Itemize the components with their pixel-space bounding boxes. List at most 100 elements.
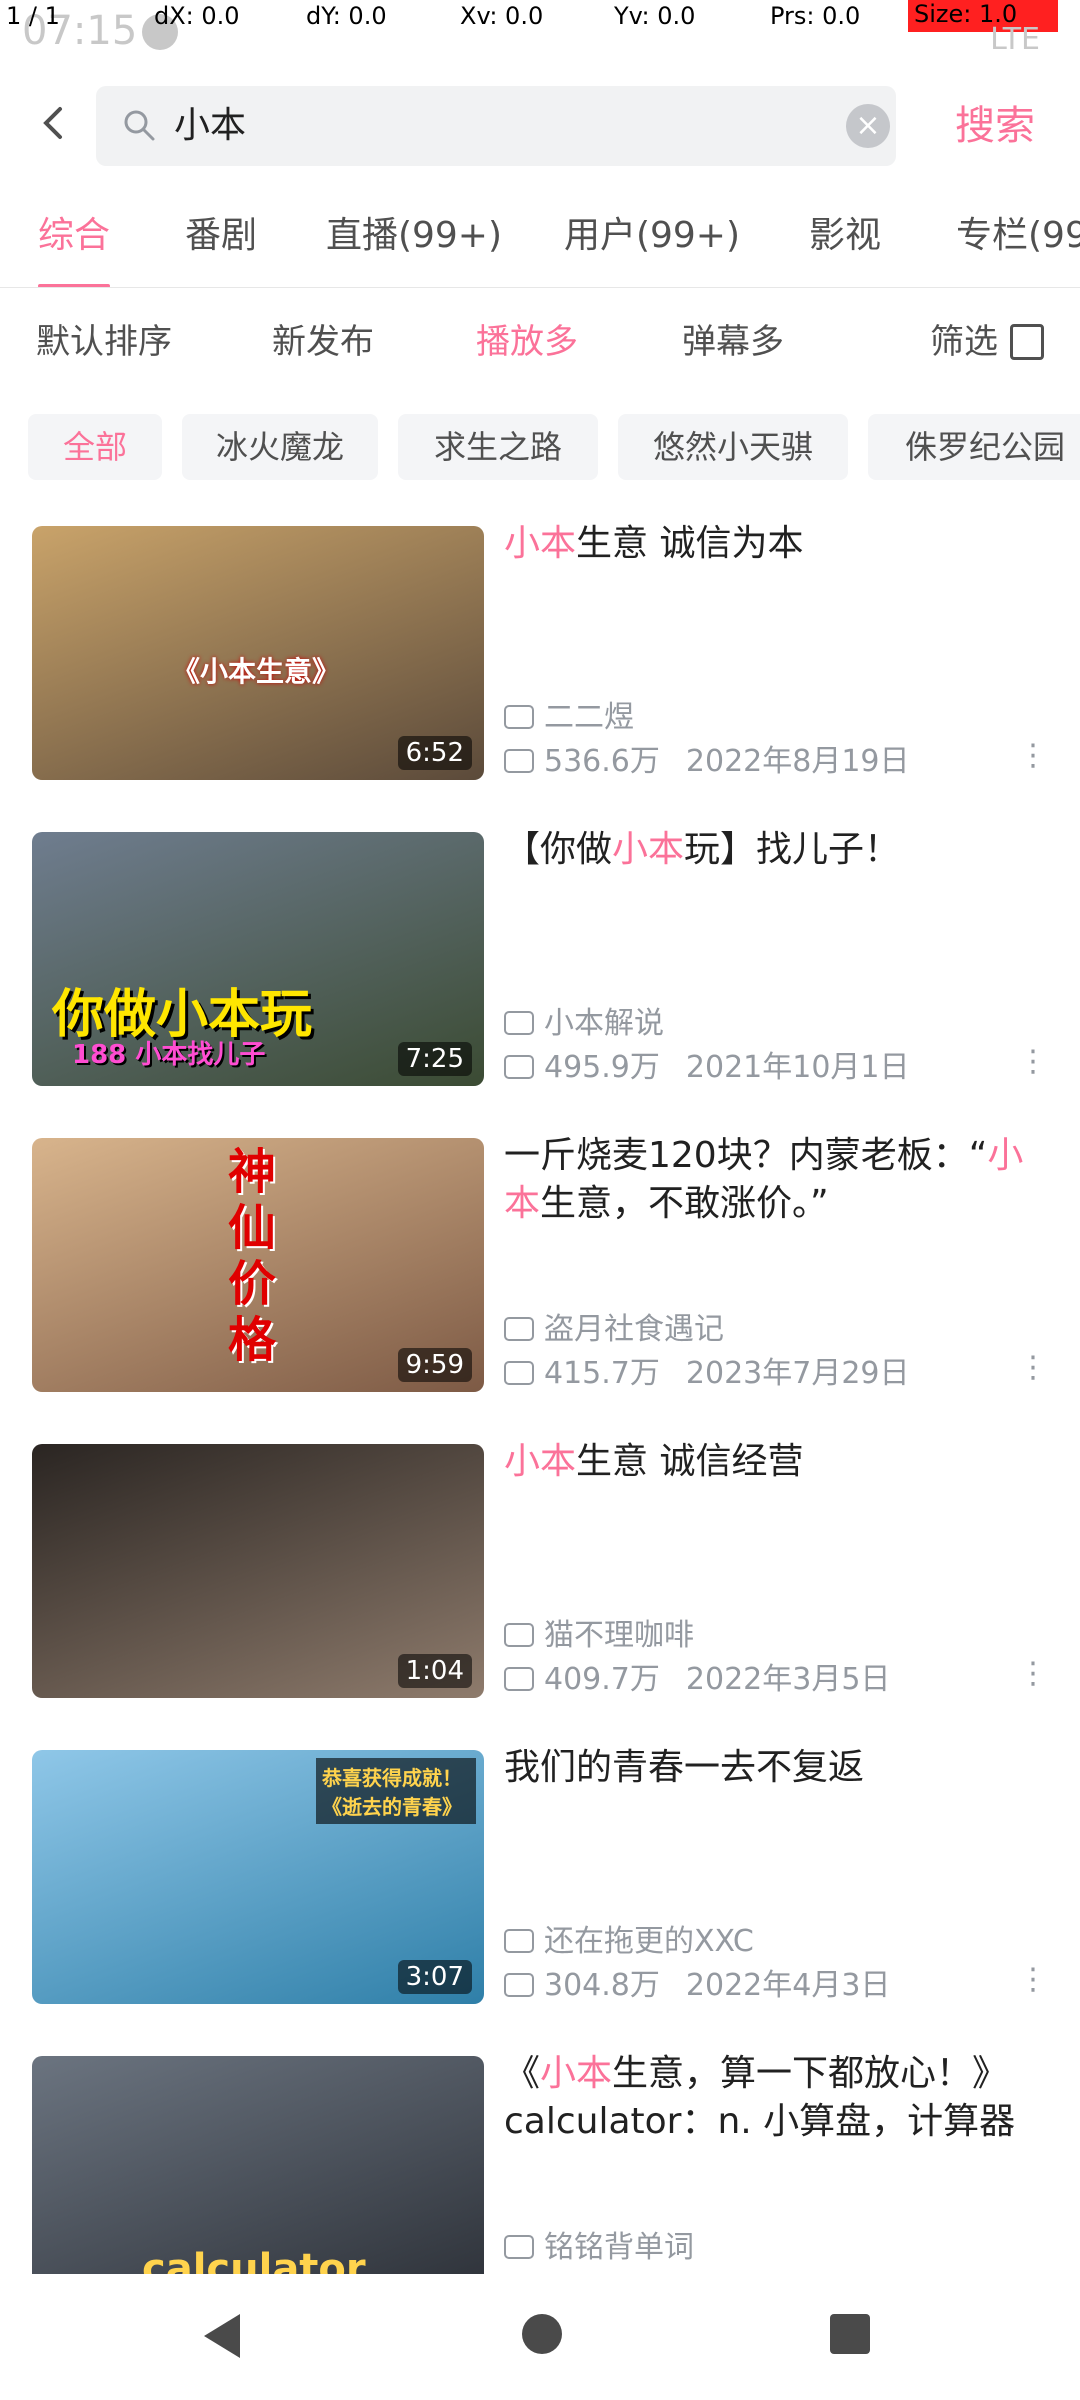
video-uploader[interactable]: 盗月社食遇记 — [504, 1310, 724, 1350]
play-count-icon — [504, 1666, 534, 1691]
sort-most-danmaku[interactable]: 弹幕多 — [682, 318, 784, 366]
more-options-icon[interactable]: ⋮ — [1018, 1353, 1048, 1388]
video-duration: 6:52 — [397, 736, 472, 770]
video-thumbnail[interactable]: 恭喜获得成就！《逝去的青春》 3:07 — [32, 1750, 484, 2004]
tab-comprehensive[interactable]: 综合 — [0, 184, 148, 287]
title-keyword-highlight: 小本 — [504, 1441, 577, 1482]
video-uploader[interactable]: 猫不理咖啡 — [504, 1616, 694, 1656]
view-count: 409.7万 — [544, 1662, 660, 1697]
status-bar: 07:15 1 / 1 dX: 0.0 dY: 0.0 Xv: 0.0 Yv: … — [0, 0, 1080, 62]
title-text: 生意 诚信为本 — [576, 523, 804, 564]
video-thumbnail[interactable]: 《小本生意》 6:52 — [32, 526, 484, 780]
chip-category[interactable]: 冰火魔龙 — [182, 414, 378, 480]
more-options-icon[interactable]: ⋮ — [1018, 1965, 1048, 2000]
uploader-name: 猫不理咖啡 — [544, 1618, 694, 1653]
debug-pointer: 1 / 1 — [6, 2, 60, 30]
video-thumbnail[interactable]: calculator — [32, 2056, 484, 2274]
view-count: 495.9万 — [544, 1050, 660, 1085]
video-uploader[interactable]: 小本解说 — [504, 1004, 664, 1044]
title-text: 生意 诚信经营 — [576, 1441, 804, 1482]
thumbnail-caption: 神仙价格 — [228, 1144, 277, 1368]
chip-all[interactable]: 全部 — [28, 414, 162, 480]
result-type-tabs: 综合 番剧 直播(99+) 用户(99+) 影视 专栏(99 — [0, 184, 1080, 288]
thumbnail-caption: calculator — [142, 2246, 366, 2274]
more-options-icon[interactable]: ⋮ — [1018, 741, 1048, 776]
tab-active-indicator — [38, 284, 110, 287]
video-card[interactable]: calculator 《小本生意，算一下都放心！》calculator：n. 小算… — [0, 2028, 1080, 2274]
video-title[interactable]: 小本生意 诚信经营 — [504, 1438, 1044, 1486]
up-icon — [504, 1010, 534, 1035]
video-thumbnail[interactable]: 你做小本玩 188 小本找儿子 7:25 — [32, 832, 484, 1086]
video-uploader[interactable]: 铭铭背单词 — [504, 2228, 694, 2268]
play-count-icon — [504, 1360, 534, 1385]
more-options-icon[interactable]: ⋮ — [1018, 1047, 1048, 1082]
filter-icon[interactable] — [1010, 324, 1044, 360]
video-thumbnail[interactable]: 神仙价格 9:59 — [32, 1138, 484, 1392]
chip-category[interactable]: 求生之路 — [398, 414, 598, 480]
sort-most-played[interactable]: 播放多 — [476, 318, 578, 366]
sort-newest[interactable]: 新发布 — [272, 318, 374, 366]
up-icon — [504, 1622, 534, 1647]
video-duration: 1:04 — [397, 1654, 472, 1688]
tab-bangumi[interactable]: 番剧 — [148, 184, 294, 287]
video-title[interactable]: 【你做小本玩】找儿子！ — [504, 826, 1044, 874]
tab-users[interactable]: 用户(99+) — [534, 184, 770, 287]
video-duration: 3:07 — [397, 1960, 472, 1994]
up-icon — [504, 1928, 534, 1953]
title-keyword-highlight: 小本 — [540, 2053, 613, 2094]
up-icon — [504, 2234, 534, 2259]
video-duration: 7:25 — [397, 1042, 472, 1076]
play-count-icon — [504, 1054, 534, 1079]
thumbnail-subcaption: 188 小本找儿子 — [72, 1040, 266, 1070]
tab-articles[interactable]: 专栏(99 — [920, 184, 1080, 287]
video-card[interactable]: 恭喜获得成就！《逝去的青春》 3:07 我们的青春一去不复返还在拖更的XXC 304.… — [0, 1722, 1080, 2028]
video-title[interactable]: 一斤烧麦120块？内蒙老板：“小本生意，不敢涨价。” — [504, 1132, 1044, 1228]
chip-category[interactable]: 侏罗纪公园 — [868, 414, 1080, 480]
play-count-icon — [504, 1972, 534, 1997]
search-input[interactable]: 小本 — [174, 86, 246, 166]
search-button[interactable]: 搜索 — [920, 86, 1070, 166]
sort-bar: 默认排序 新发布 播放多 弹幕多 筛选 — [0, 290, 1080, 392]
debug-prs: Prs: 0.0 — [770, 2, 861, 30]
view-count: 536.6万 — [544, 744, 660, 779]
search-box[interactable]: 小本 × — [96, 86, 896, 166]
debug-dy: dY: 0.0 — [306, 2, 387, 30]
video-uploader[interactable]: 二二煜 — [504, 698, 634, 738]
video-title[interactable]: 我们的青春一去不复返 — [504, 1744, 1044, 1792]
tab-live[interactable]: 直播(99+) — [294, 184, 534, 287]
title-keyword-highlight: 小本 — [504, 523, 577, 564]
more-options-icon[interactable]: ⋮ — [1018, 1659, 1048, 1694]
video-title[interactable]: 小本生意 诚信为本 — [504, 520, 1044, 568]
nav-recent-icon[interactable] — [830, 2314, 870, 2354]
search-header: 小本 × 搜索 — [0, 62, 1080, 184]
video-title[interactable]: 《小本生意，算一下都放心！》calculator：n. 小算盘，计算器 — [504, 2050, 1044, 2146]
video-card[interactable]: 《小本生意》 6:52 小本生意 诚信为本二二煜 536.6万 2022年8月19日 ⋮ — [0, 498, 1080, 804]
title-text: 《 — [504, 2053, 541, 2094]
title-text: 【你做 — [504, 829, 613, 870]
video-stats: 536.6万 2022年8月19日 — [504, 742, 910, 782]
thumbnail-caption: 《小本生意》 — [172, 655, 341, 688]
title-text: 一斤烧麦120块？内蒙老板：“ — [504, 1135, 988, 1176]
video-card[interactable]: 1:04 小本生意 诚信经营猫不理咖啡 409.7万 2022年3月5日 ⋮ — [0, 1416, 1080, 1722]
video-card[interactable]: 神仙价格 9:59 一斤烧麦120块？内蒙老板：“小本生意，不敢涨价。” 盗月社食遇记… — [0, 1110, 1080, 1416]
uploader-name: 盗月社食遇记 — [544, 1312, 724, 1347]
video-thumbnail[interactable]: 1:04 — [32, 1444, 484, 1698]
video-card[interactable]: 你做小本玩 188 小本找儿子 7:25 【你做小本玩】找儿子！ 小本解说 495.9万 2… — [0, 804, 1080, 1110]
back-button[interactable] — [24, 92, 84, 154]
video-stats: 409.7万 2022年3月5日 — [504, 1660, 890, 1700]
video-uploader[interactable]: 还在拖更的XXC — [504, 1922, 754, 1962]
view-count: 304.8万 — [544, 1968, 660, 2003]
uploader-name: 二二煜 — [544, 700, 634, 735]
magnifier-icon — [124, 110, 155, 141]
publish-date: 2022年3月5日 — [685, 1662, 891, 1697]
video-stats: 415.7万 2023年7月29日 — [504, 1354, 910, 1394]
nav-home-icon[interactable] — [522, 2314, 562, 2354]
clear-icon[interactable]: × — [846, 104, 890, 148]
uploader-name: 还在拖更的XXC — [544, 1924, 754, 1959]
nav-back-icon[interactable] — [204, 2314, 240, 2358]
chip-category[interactable]: 悠然小天骐 — [618, 414, 848, 480]
filter-button[interactable]: 筛选 — [930, 318, 998, 366]
tab-film[interactable]: 影视 — [770, 184, 920, 287]
network-indicator: LTE — [990, 22, 1040, 57]
sort-default[interactable]: 默认排序 — [36, 318, 172, 366]
